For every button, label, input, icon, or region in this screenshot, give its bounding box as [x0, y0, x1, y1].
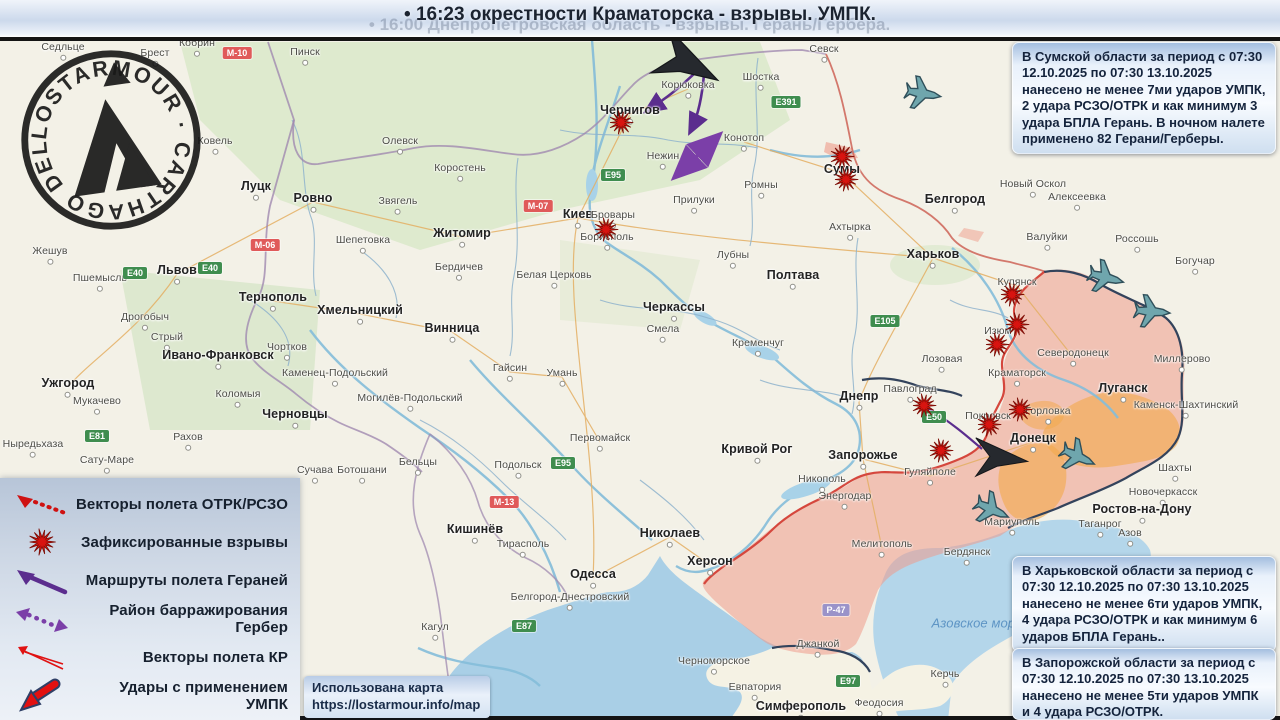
legend-label: Район барражирования Гербер	[109, 602, 288, 637]
otrk-vector-icon	[10, 489, 74, 519]
geran-route-icon	[10, 566, 74, 596]
legend-row-explosions: Зафиксированные взрывы	[10, 524, 288, 560]
kr-vector-icon	[10, 643, 74, 673]
explosion-icon	[10, 528, 74, 556]
screenshot-stage: Седльце Брест Кобрин Пинск Жешув Пшемысль Кове…	[0, 0, 1280, 720]
map-attribution: Использована карта https://lostarmour.in…	[304, 676, 490, 718]
info-box-kharkiv: В Харьковской области за период с 07:30 …	[1012, 556, 1276, 652]
legend-panel: Векторы полета ОТРК/РСЗО Зафиксированные…	[0, 478, 300, 720]
news-ticker-bar: • 16:00 Днепропетровская область - взрыв…	[0, 0, 1280, 41]
ticker-current-line: • 16:23 окрестности Краматорска - взрывы…	[404, 4, 876, 25]
legend-label: Маршруты полета Гераней	[85, 572, 288, 590]
legend-row-umpk: Удары с применением УМПК	[10, 678, 288, 714]
legend-row-otrk: Векторы полета ОТРК/РСЗО	[10, 486, 288, 522]
attribution-text: Использована карта	[312, 680, 444, 695]
legend-label: Удары с применением УМПК	[119, 678, 288, 713]
legend-label: Векторы полета ОТРК/РСЗО	[75, 495, 288, 513]
info-box-zaporizhzhia: В Запорожской области за период с 07:30 …	[1012, 648, 1276, 720]
legend-label: Векторы полета КР	[142, 649, 288, 667]
umpk-strike-icon	[10, 678, 74, 714]
attribution-url: https://lostarmour.info/map	[312, 696, 481, 712]
legend-row-gerber: Район барражирования Гербер	[10, 601, 288, 637]
gerber-area-icon	[10, 602, 74, 636]
lostarmour-watermark: LOSTARMOUR · CARTHAGO DELENDA EST ·	[4, 22, 209, 244]
info-box-sumy: В Сумской области за период с 07:30 12.1…	[1012, 42, 1276, 155]
legend-row-geran: Маршруты полета Гераней	[10, 563, 288, 599]
legend-row-kr: Векторы полета КР	[10, 640, 288, 676]
legend-label: Зафиксированные взрывы	[81, 533, 288, 551]
